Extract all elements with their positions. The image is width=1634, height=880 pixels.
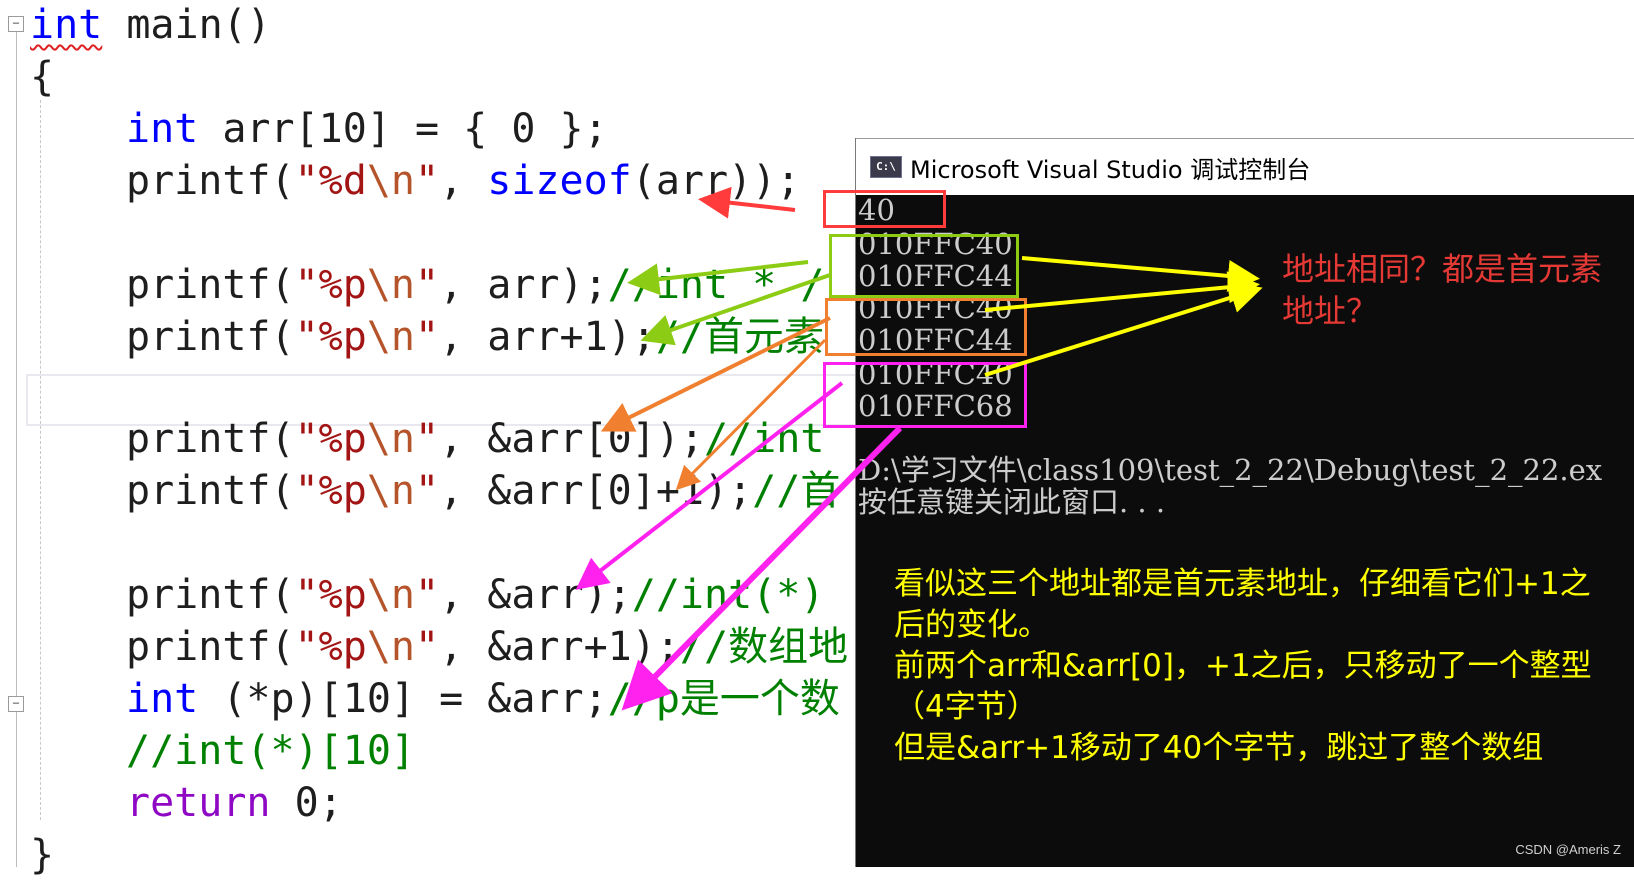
- comment: //首: [752, 468, 841, 514]
- close-brace: }: [30, 832, 55, 878]
- escape-seq: \n: [366, 624, 415, 670]
- code-line-10[interactable]: printf("%p\n", &arr+1);//数组地: [126, 622, 848, 672]
- escape-seq: \n: [366, 468, 415, 514]
- note-line: 前两个arr和&arr[0]，+1之后，只移动了一个整型: [894, 648, 1592, 684]
- open-brace: {: [30, 54, 55, 100]
- console-title: Microsoft Visual Studio 调试控制台: [910, 155, 1311, 184]
- note-line: 但是&arr+1移动了40个字节，跳过了整个数组: [894, 730, 1544, 766]
- code-line-11[interactable]: int (*p)[10] = &arr;//p是一个数: [126, 674, 840, 724]
- indent-guide: [40, 100, 41, 820]
- string-literal: "%p: [294, 572, 367, 618]
- comment: //int: [704, 416, 825, 462]
- output-press-key-line: 按任意键关闭此窗口. . .: [858, 485, 1166, 519]
- string-literal: "%d: [294, 158, 367, 204]
- keyword-int: int: [126, 676, 199, 722]
- code-line-6[interactable]: printf("%p\n", arr+1);//首元素: [126, 312, 824, 362]
- keyword-return: return: [126, 780, 271, 826]
- highlight-box-sizeof: [823, 190, 946, 228]
- code-text: printf(: [126, 314, 295, 360]
- note-line: （4字节）: [894, 689, 1038, 725]
- code-line-7[interactable]: printf("%p\n", &arr[0]);//int: [126, 414, 824, 464]
- code-text: , arr);: [439, 262, 608, 308]
- code-text: main(): [102, 2, 271, 48]
- escape-seq: \n: [366, 262, 415, 308]
- code-text: arr[10] = { 0 };: [198, 106, 608, 152]
- note-line: 后的变化。: [894, 607, 1049, 643]
- string-literal: ": [415, 158, 440, 204]
- string-literal: "%p: [294, 314, 367, 360]
- code-text: (*p)[10] = &arr;: [198, 676, 608, 722]
- code-line-13[interactable]: return 0;: [126, 778, 343, 828]
- keyword-sizeof: sizeof: [487, 158, 632, 204]
- console-titlebar[interactable]: C:\ Microsoft Visual Studio 调试控制台: [856, 138, 1634, 195]
- code-text: 0;: [270, 780, 343, 826]
- comment: //数组地: [679, 624, 849, 670]
- code-text: , &arr);: [439, 572, 632, 618]
- code-text: , &arr+1);: [439, 624, 680, 670]
- code-line-5[interactable]: printf("%p\n", arr);//int * /: [126, 260, 824, 310]
- escape-seq: \n: [366, 416, 415, 462]
- highlight-box-arr0: [825, 298, 1027, 356]
- code-text: printf(: [126, 158, 295, 204]
- string-literal: ": [415, 262, 440, 308]
- code-line-8[interactable]: printf("%p\n", &arr[0]+1);//首: [126, 466, 840, 516]
- code-text: (arr));: [631, 158, 801, 204]
- note-line: 看似这三个地址都是首元素地址，仔细看它们+1之: [894, 566, 1591, 602]
- string-literal: "%p: [294, 624, 367, 670]
- code-text: printf(: [126, 468, 295, 514]
- string-literal: ": [415, 314, 440, 360]
- code-line-12[interactable]: //int(*)[10]: [126, 726, 415, 776]
- gutter-line: [16, 22, 17, 867]
- highlight-box-arr: [829, 234, 1019, 298]
- code-text: ,: [439, 158, 488, 204]
- watermark: CSDN @Ameris Z: [1515, 842, 1621, 857]
- highlight-box-addr-arr: [823, 362, 1027, 428]
- code-line-9[interactable]: printf("%p\n", &arr);//int(*): [126, 570, 824, 620]
- code-text: , arr+1);: [439, 314, 656, 360]
- fold-toggle-main[interactable]: −: [8, 16, 24, 32]
- comment: //p是一个数: [607, 676, 840, 722]
- output-path-line: D:\学习文件\class109\test_2_22\Debug\test_2_…: [858, 453, 1603, 487]
- comment: //int(*)[10]: [126, 728, 415, 774]
- string-literal: "%p: [294, 262, 367, 308]
- keyword-int: int: [30, 2, 103, 48]
- code-line-3[interactable]: int arr[10] = { 0 };: [126, 104, 608, 154]
- code-line-2[interactable]: {: [30, 52, 54, 102]
- code-text: printf(: [126, 262, 295, 308]
- string-literal: ": [415, 416, 440, 462]
- comment: //int(*): [631, 572, 825, 618]
- console-app-icon: C:\: [870, 156, 902, 178]
- code-text: printf(: [126, 572, 295, 618]
- code-text: printf(: [126, 416, 295, 462]
- string-literal: "%p: [294, 468, 367, 514]
- string-literal: ": [415, 624, 440, 670]
- code-text: , &arr[0]+1);: [439, 468, 753, 514]
- code-line-14[interactable]: }: [30, 830, 54, 880]
- string-literal: ": [415, 572, 440, 618]
- escape-seq: \n: [366, 314, 415, 360]
- code-line-1[interactable]: int main(): [30, 0, 271, 50]
- string-literal: "%p: [294, 416, 367, 462]
- keyword-int: int: [126, 106, 199, 152]
- escape-seq: \n: [366, 572, 415, 618]
- code-text: , &arr[0]);: [439, 416, 704, 462]
- fold-toggle-comment[interactable]: −: [8, 696, 24, 712]
- string-literal: ": [415, 468, 440, 514]
- comment: //int * /: [607, 262, 825, 308]
- escape-seq: \n: [366, 158, 415, 204]
- explanation-note: 看似这三个地址都是首元素地址，仔细看它们+1之 后的变化。 前两个arr和&ar…: [894, 564, 1624, 769]
- comment: //首元素: [655, 314, 825, 360]
- annotation-question: 地址相同？都是首元素 地址？: [1282, 250, 1603, 330]
- code-line-4[interactable]: printf("%d\n", sizeof(arr));: [126, 156, 800, 206]
- code-text: printf(: [126, 624, 295, 670]
